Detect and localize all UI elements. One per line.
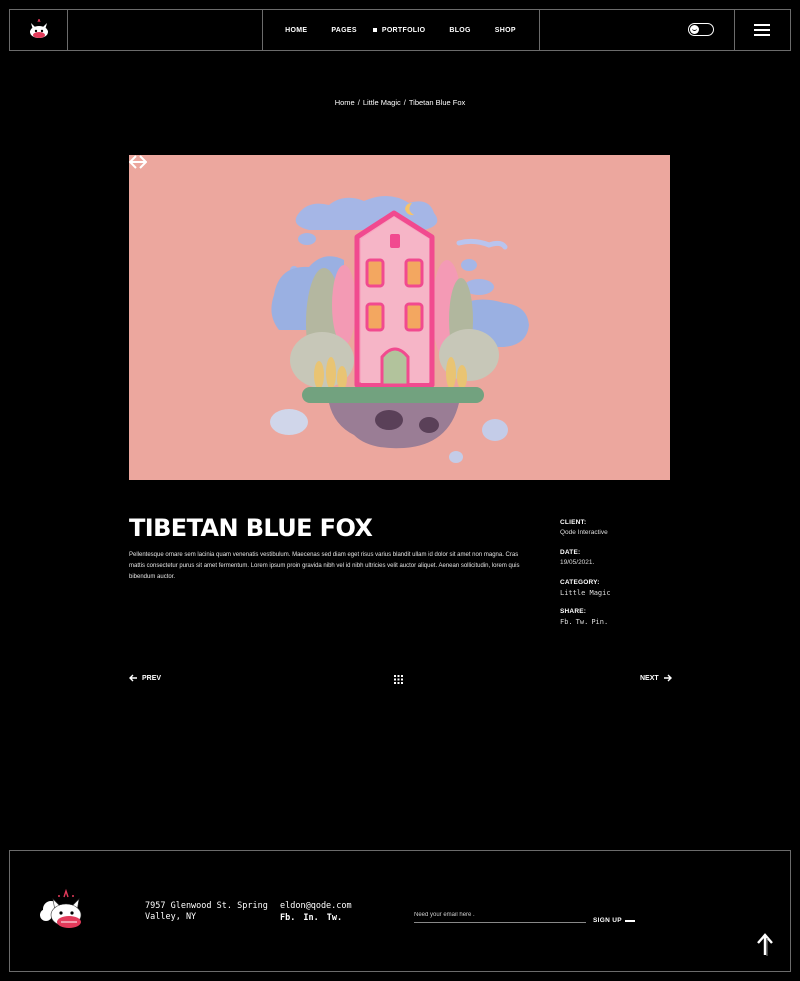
nav-blog[interactable]: BLOG	[449, 27, 470, 34]
prev-project-link[interactable]: PREV	[129, 674, 161, 682]
site-header: HOME PAGES PORTFOLIO BLOG SHOP	[9, 9, 791, 51]
project-illustration	[270, 195, 529, 463]
newsletter-email-input[interactable]	[414, 908, 586, 923]
nav-portfolio[interactable]: PORTFOLIO	[372, 27, 426, 34]
menu-button[interactable]	[734, 10, 790, 50]
header-spacer	[67, 10, 263, 50]
footer-social-facebook[interactable]: Fb.	[280, 913, 295, 923]
arrow-right-icon[interactable]	[129, 155, 147, 169]
nav-shop[interactable]: SHOP	[495, 27, 516, 34]
share-facebook[interactable]: Fb.	[560, 618, 573, 626]
category-link[interactable]: Little Magic	[560, 589, 611, 597]
project-title: TIBETAN BLUE FOX	[129, 514, 373, 542]
footer-social: Fb. In. Tw.	[280, 913, 350, 923]
breadcrumb-current: Tibetan Blue Fox	[408, 98, 466, 107]
project-image-slider	[129, 155, 670, 480]
meta-date: DATE: 19/05/2021.	[560, 549, 595, 566]
footer-email[interactable]: eldon@qode.com	[280, 901, 352, 911]
footer-address: 7957 Glenwood St. Spring Valley, NY	[145, 901, 268, 922]
grid-icon[interactable]	[394, 675, 403, 684]
share-pinterest[interactable]: Pin.	[591, 618, 608, 626]
meta-share: SHARE: Fb. Tw. Pin.	[560, 608, 609, 626]
theme-toggle-icon[interactable]	[688, 23, 714, 36]
breadcrumb-home[interactable]: Home	[335, 98, 355, 107]
site-footer: 7957 Glenwood St. Spring Valley, NY eldo…	[9, 850, 791, 972]
arrow-left-icon	[129, 674, 137, 682]
toggle-cell	[539, 10, 735, 50]
logo-fox-icon[interactable]	[39, 887, 89, 935]
logo-cell[interactable]	[10, 10, 68, 50]
arrow-up-icon[interactable]	[755, 933, 775, 957]
project-description: Pellentesque ornare sem lacinia quam ven…	[129, 552, 520, 580]
breadcrumb: Home / Little Magic / Tibetan Blue Fox	[334, 98, 466, 107]
meta-category: CATEGORY: Little Magic	[560, 579, 611, 597]
logo-fox-icon[interactable]	[27, 19, 51, 41]
breadcrumb-category[interactable]: Little Magic	[363, 98, 401, 107]
active-dot-icon	[372, 28, 377, 32]
menu-icon[interactable]	[754, 21, 770, 39]
meta-client: CLIENT: Qode Interactive	[560, 519, 608, 536]
nav-home[interactable]: HOME	[285, 27, 307, 34]
footer-social-twitter[interactable]: Tw.	[327, 913, 342, 923]
arrow-right-icon	[663, 674, 672, 682]
signup-button[interactable]: SIGN UP	[593, 917, 635, 924]
next-project-link[interactable]: NEXT	[640, 674, 672, 682]
nav-pages[interactable]: PAGES	[331, 27, 357, 34]
main-nav: HOME PAGES PORTFOLIO BLOG SHOP	[262, 10, 540, 50]
share-twitter[interactable]: Tw.	[576, 618, 589, 626]
footer-social-instagram[interactable]: In.	[303, 913, 318, 923]
